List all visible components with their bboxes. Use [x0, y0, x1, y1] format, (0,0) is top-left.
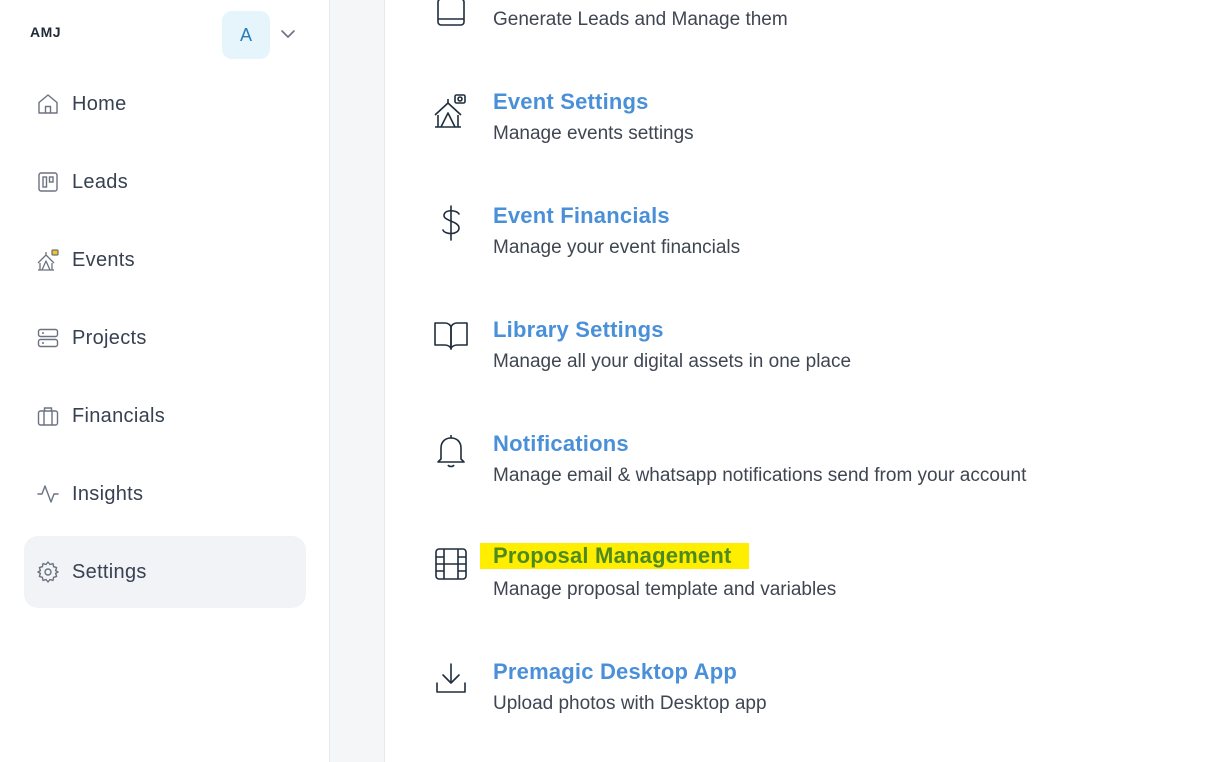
sidebar-item-label: Events	[72, 248, 135, 271]
setting-title[interactable]: Event Settings	[493, 89, 649, 115]
brand-name: AMJ	[30, 24, 62, 40]
sidebar-item-projects[interactable]: Projects	[24, 302, 306, 374]
sidebar-item-home[interactable]: Home	[24, 68, 306, 140]
setting-description: Upload photos with Desktop app	[493, 693, 767, 714]
sidebar-item-events[interactable]: Events	[24, 224, 306, 296]
sidebar-item-leads[interactable]: Leads	[24, 146, 306, 218]
sidebar-item-label: Insights	[72, 482, 144, 505]
setting-description: Manage all your digital assets in one pl…	[493, 351, 852, 372]
content-gutter	[330, 0, 385, 762]
setting-description: Manage proposal template and variables	[493, 579, 837, 600]
chevron-down-icon[interactable]	[278, 24, 298, 44]
avatar[interactable]: A	[222, 11, 270, 59]
setting-item-proposal-management[interactable]: Proposal Management Manage proposal temp…	[385, 542, 1224, 622]
setting-title[interactable]: Premagic Desktop App	[493, 659, 737, 685]
setting-description: Manage events settings	[493, 123, 694, 144]
setting-item-event-financials[interactable]: Event Financials Manage your event finan…	[385, 200, 1224, 280]
setting-description: Manage email & whatsapp notifications se…	[493, 465, 1027, 486]
sidebar: AMJ A Home Leads Events Projects Financi…	[0, 0, 330, 762]
activity-icon	[35, 481, 61, 507]
gear-icon	[35, 559, 61, 585]
tent-icon	[35, 247, 61, 273]
book-icon	[431, 315, 471, 355]
sidebar-nav: Home Leads Events Projects Financials In…	[24, 68, 306, 614]
bell-icon	[431, 431, 471, 471]
setting-item-library-settings[interactable]: Library Settings Manage all your digital…	[385, 314, 1224, 394]
setting-item-event-settings[interactable]: Event Settings Manage events settings	[385, 86, 1224, 166]
sidebar-item-label: Home	[72, 92, 127, 115]
sidebar-item-label: Financials	[72, 404, 166, 427]
setting-item-notifications[interactable]: Notifications Manage email & whatsapp no…	[385, 428, 1224, 508]
home-icon	[35, 91, 61, 117]
tent-icon	[431, 91, 471, 131]
sidebar-item-label: Projects	[72, 326, 147, 349]
setting-item-premagic-desktop-app[interactable]: Premagic Desktop App Upload photos with …	[385, 656, 1224, 736]
calendar-icon	[431, 0, 471, 32]
sidebar-item-financials[interactable]: Financials	[24, 380, 306, 452]
dollar-icon	[431, 203, 471, 243]
sidebar-item-label: Leads	[72, 170, 128, 193]
setting-title[interactable]: Proposal Management	[480, 543, 749, 569]
briefcase-icon	[35, 403, 61, 429]
download-icon	[431, 658, 471, 698]
sidebar-item-settings[interactable]: Settings	[24, 536, 306, 608]
film-icon	[431, 544, 471, 584]
setting-title[interactable]: Library Settings	[493, 317, 664, 343]
setting-description: Manage your event financials	[493, 237, 741, 258]
setting-title[interactable]: Event Financials	[493, 203, 670, 229]
server-icon	[35, 325, 61, 351]
setting-description: Generate Leads and Manage them	[493, 9, 788, 30]
sidebar-item-insights[interactable]: Insights	[24, 458, 306, 530]
kanban-icon	[35, 169, 61, 195]
setting-title[interactable]: Notifications	[493, 431, 629, 457]
sidebar-item-label: Settings	[72, 560, 147, 583]
settings-list: Generate Leads and Manage them Event Set…	[385, 0, 1224, 762]
setting-item-leads[interactable]: Generate Leads and Manage them	[385, 0, 1224, 60]
